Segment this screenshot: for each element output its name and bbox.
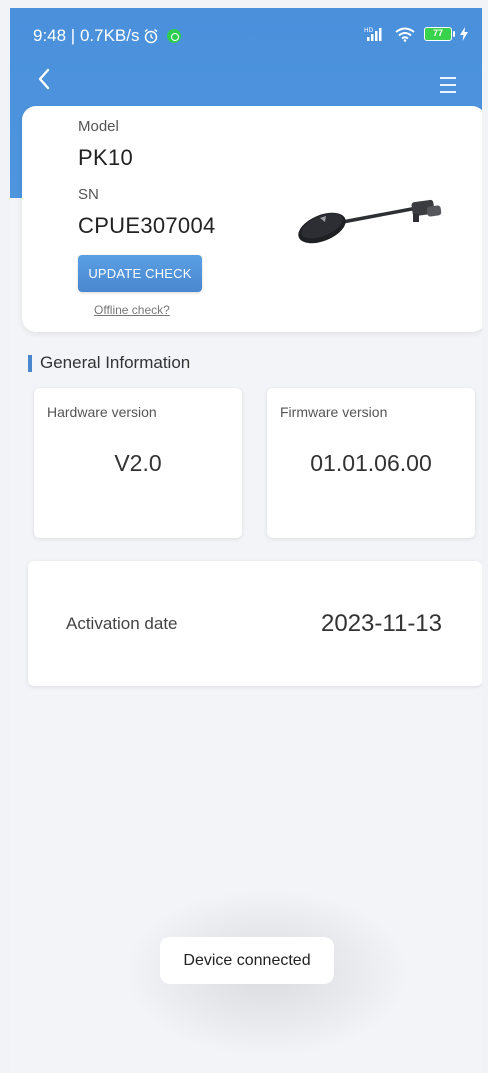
activation-date-value: 2023-11-13 (321, 610, 442, 637)
activation-date-card: Activation date 2023-11-13 (28, 561, 482, 686)
update-check-button[interactable]: UPDATE CHECK (78, 255, 202, 292)
charging-icon (460, 27, 468, 41)
activation-date-label: Activation date (66, 614, 178, 633)
signal-icon: HD (364, 27, 382, 41)
app-notification-icon (167, 29, 182, 43)
hardware-version-value: V2.0 (114, 450, 162, 476)
toast-message: Device connected (160, 937, 334, 984)
device-card: Model PK10 SN CPUE307004 UPDATE CHECK Of… (22, 106, 482, 332)
battery-level: 77 (432, 28, 443, 38)
sn-label: SN (78, 186, 99, 203)
hardware-version-card: Hardware version V2.0 (34, 388, 242, 538)
battery-icon: 77 (424, 27, 455, 41)
offline-check-link[interactable]: Offline check? (94, 303, 170, 317)
svg-text:HD: HD (364, 27, 374, 34)
status-right: HD 77 (364, 26, 468, 42)
model-label: Model (78, 118, 119, 135)
alarm-icon (145, 28, 158, 44)
section-title: General Information (28, 353, 190, 373)
status-bar: 9:48 | 0.7KB/s HD 77 (10, 8, 482, 52)
model-value: PK10 (78, 145, 134, 170)
hardware-version-label: Hardware version (47, 404, 157, 420)
status-left: 9:48 | 0.7KB/s (33, 26, 182, 46)
wifi-icon (395, 27, 415, 42)
firmware-version-label: Firmware version (280, 404, 388, 420)
device-image (298, 199, 442, 244)
status-time: 9:48 | 0.7KB/s (33, 26, 140, 45)
section-accent-bar (28, 354, 32, 372)
app-screen: 9:48 | 0.7KB/s HD 77 Model PK10 SN CPUE3… (10, 8, 482, 1073)
firmware-version-card: Firmware version 01.01.06.00 (267, 388, 475, 538)
section-title-text: General Information (40, 353, 191, 372)
back-button[interactable] (32, 64, 56, 94)
firmware-version-value: 01.01.06.00 (310, 450, 432, 476)
menu-button[interactable] (436, 74, 460, 96)
sn-value: CPUE307004 (78, 213, 216, 238)
